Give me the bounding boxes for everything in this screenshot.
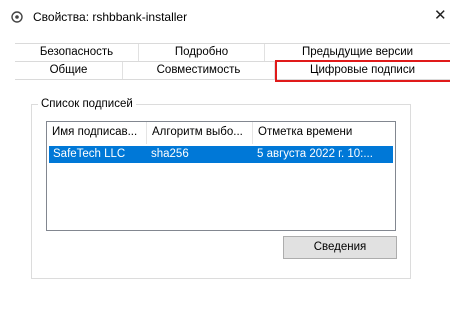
column-header-algorithm[interactable]: Алгоритм выбо... [147, 122, 253, 144]
signature-list[interactable]: Имя подписав... Алгоритм выбо... Отметка… [46, 121, 396, 231]
close-icon[interactable]: ✕ [434, 7, 447, 24]
tab-general[interactable]: Общие [15, 62, 123, 80]
tab-label: Совместимость [156, 64, 241, 76]
algorithm-cell: sha256 [151, 148, 189, 160]
details-button[interactable]: Сведения [283, 236, 397, 259]
column-label: Имя подписав... [52, 126, 138, 138]
properties-icon [11, 11, 23, 23]
table-row[interactable]: SafeTech LLC sha256 5 августа 2022 г. 10… [49, 146, 393, 163]
timestamp-cell: 5 августа 2022 г. 10:... [257, 148, 373, 160]
close-button[interactable]: ✕ [434, 6, 450, 26]
title-bar: Свойства: rshbbank-installer ✕ [0, 0, 450, 32]
tab-details[interactable]: Подробно [139, 44, 265, 62]
tab-security[interactable]: Безопасность [15, 44, 139, 62]
tab-label: Подробно [174, 46, 229, 58]
tab-label: Предыдущие версии [301, 46, 414, 58]
list-header: Имя подписав... Алгоритм выбо... Отметка… [47, 122, 395, 144]
column-label: Отметка времени [258, 126, 353, 138]
window-title: Свойства: rshbbank-installer [33, 10, 188, 24]
column-label: Алгоритм выбо... [152, 126, 243, 138]
signature-list-label: Список подписей [38, 97, 136, 111]
tab-label: Общие [49, 64, 88, 76]
tab-label: Безопасность [39, 46, 114, 58]
signer-name-cell: SafeTech LLC [53, 148, 126, 160]
column-header-timestamp[interactable]: Отметка времени [253, 122, 395, 144]
red-highlight-box [275, 60, 450, 82]
tab-compatibility[interactable]: Совместимость [123, 62, 275, 80]
column-header-name[interactable]: Имя подписав... [47, 122, 147, 144]
